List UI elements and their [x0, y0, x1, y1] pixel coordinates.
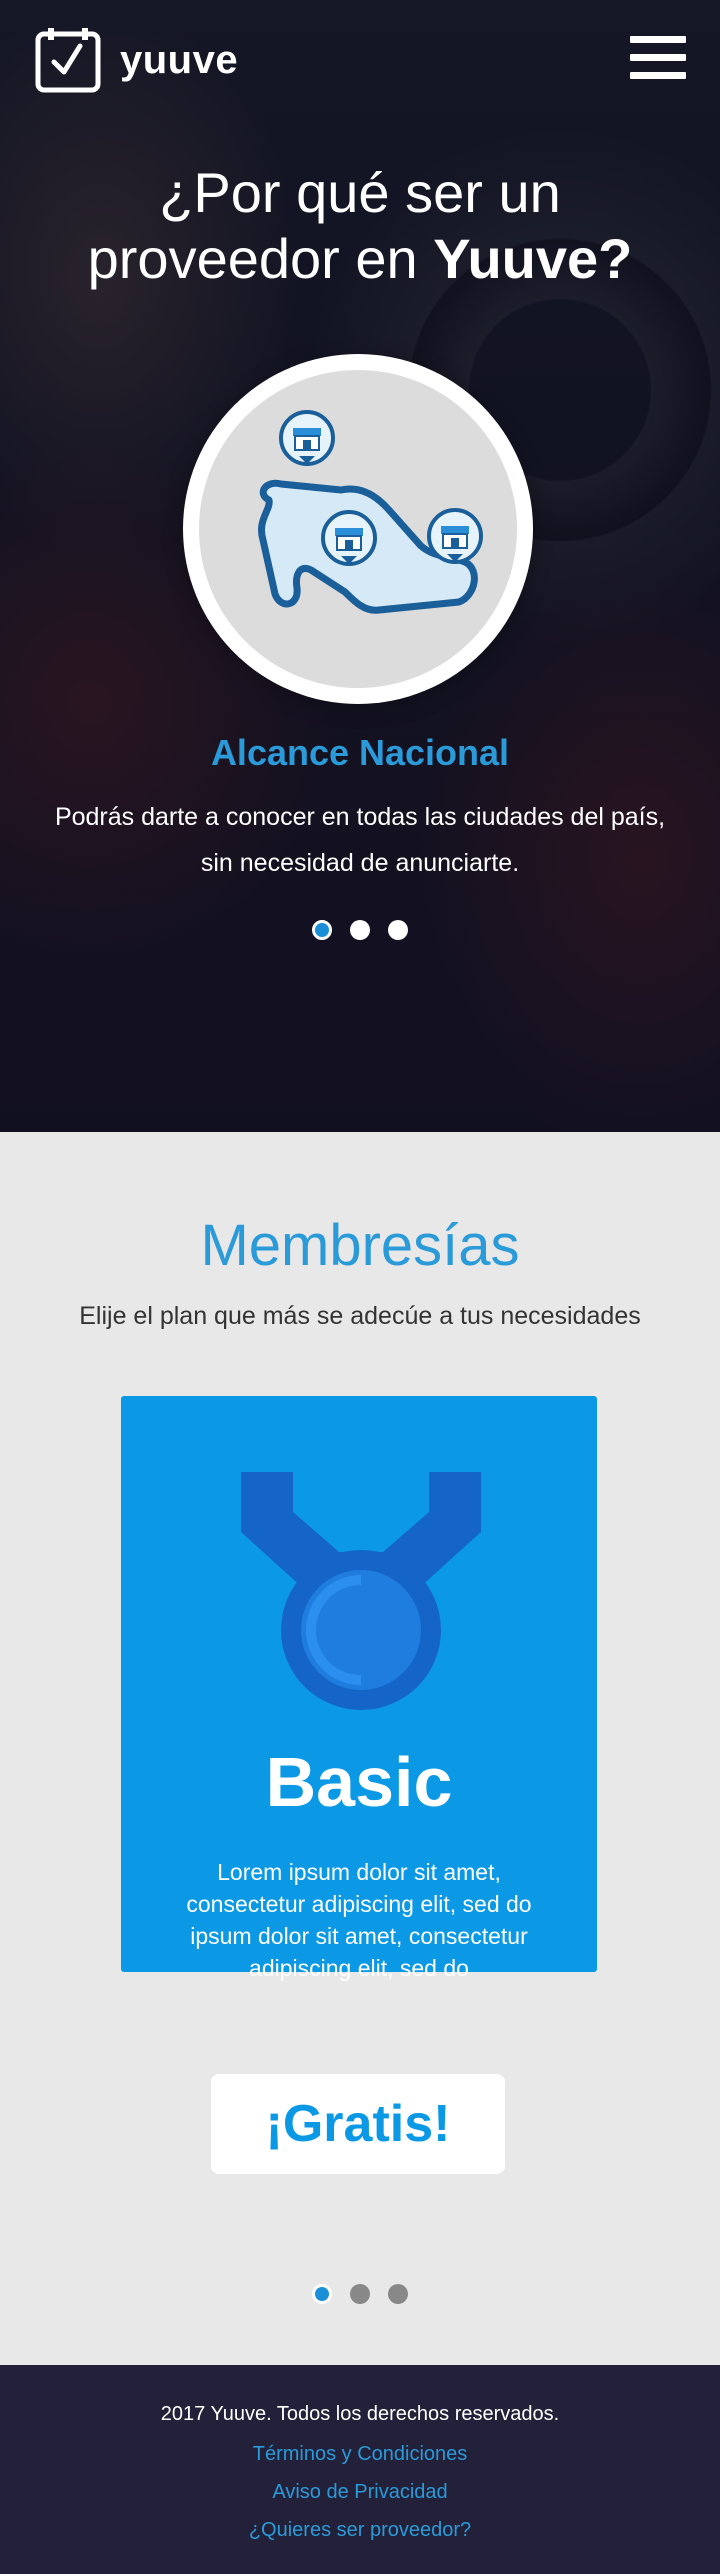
memberships-subtitle: Elije el plan que más se adecúe a tus ne…	[79, 1302, 641, 1330]
memberships-title: Membresías	[200, 1213, 520, 1278]
hero-title: ¿Por qué ser un proveedor en Yuuve?	[0, 160, 720, 292]
feature-title: Alcance Nacional	[210, 732, 510, 773]
memberships-carousel-dots	[312, 2284, 408, 2304]
feature-description: Podrás darte a conocer en todas las ciud…	[54, 803, 666, 877]
carousel-dot[interactable]	[350, 920, 370, 940]
hero-title-line2: proveedor en	[87, 227, 418, 290]
store-pin-icon	[279, 410, 335, 466]
store-pin-icon	[321, 510, 377, 566]
hero-title-line1: ¿Por qué ser un	[159, 161, 561, 224]
become-provider-link[interactable]: ¿Quieres ser proveedor?	[0, 2519, 720, 2542]
free-plan-button[interactable]: ¡Gratis!	[211, 2074, 505, 2174]
calendar-check-icon	[35, 28, 101, 93]
feature-image	[183, 354, 533, 704]
hamburger-menu-icon[interactable]	[630, 36, 686, 80]
terms-link[interactable]: Términos y Condiciones	[0, 2443, 720, 2466]
plan-description: Lorem ipsum dolor sit amet, consectetur …	[186, 1859, 532, 1981]
map-store-pins-icon	[258, 410, 483, 614]
hero-section: yuuve ¿Por qué ser un proveedor en Yuuve…	[0, 0, 720, 1132]
carousel-dot[interactable]	[388, 2284, 408, 2304]
hero-carousel-dots	[312, 920, 408, 940]
brand-name: yuuve	[120, 37, 239, 82]
store-pin-icon	[427, 508, 483, 564]
medal-icon	[241, 1472, 481, 1710]
plan-name: Basic	[265, 1743, 453, 1821]
carousel-dot[interactable]	[350, 2284, 370, 2304]
memberships-section: Membresías Elije el plan que más se adec…	[0, 1132, 720, 2365]
logo[interactable]: yuuve	[34, 26, 238, 94]
hero-title-brand: Yuuve?	[433, 227, 633, 290]
copyright-text: 2017 Yuuve. Todos los derechos reservado…	[160, 2403, 560, 2425]
carousel-dot[interactable]	[312, 920, 332, 940]
privacy-link[interactable]: Aviso de Privacidad	[0, 2481, 720, 2504]
carousel-dot[interactable]	[312, 2284, 332, 2304]
carousel-dot[interactable]	[388, 920, 408, 940]
plan-card[interactable]: Basic Lorem ipsum dolor sit amet, consec…	[121, 1396, 597, 1981]
footer: 2017 Yuuve. Todos los derechos reservado…	[0, 2365, 720, 2574]
